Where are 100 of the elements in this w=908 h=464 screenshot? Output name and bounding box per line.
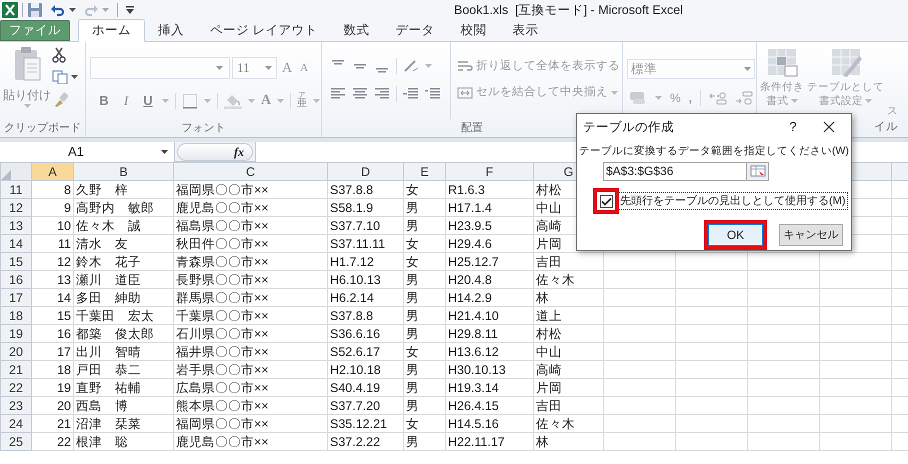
table-cell: 福島県〇〇市×× xyxy=(174,216,328,234)
table-cell: H6.2.14 xyxy=(328,288,404,306)
dialog-title: テーブルの作成 xyxy=(583,118,675,136)
table-cell: 男 xyxy=(404,216,446,234)
table-cell: 林 xyxy=(534,288,604,306)
table-cell: S35.12.21 xyxy=(328,414,404,432)
table-cell: S36.6.16 xyxy=(328,324,404,342)
table-cell: S37.7.10 xyxy=(328,216,404,234)
table-cell: H29.8.11 xyxy=(446,324,534,342)
table-cell: 久野 梓 xyxy=(74,180,174,198)
table-cell: 男 xyxy=(404,270,446,288)
table-cell: H21.4.10 xyxy=(446,306,534,324)
table-cell: H30.10.13 xyxy=(446,360,534,378)
table-cell: 女 xyxy=(404,180,446,198)
table-cell: S37.2.22 xyxy=(328,432,404,450)
table-cell: 8 xyxy=(32,180,74,198)
table-cell: 10 xyxy=(32,216,74,234)
table-cell: 林 xyxy=(534,432,604,450)
table-cell: 熊本県〇〇市×× xyxy=(174,396,328,414)
table-cell: 福岡県〇〇市×× xyxy=(174,180,328,198)
table-cell: 14 xyxy=(32,288,74,306)
table-cell: 佐々木 xyxy=(534,270,604,288)
table-cell: 17 xyxy=(32,342,74,360)
table-cell: 群馬県〇〇市×× xyxy=(174,288,328,306)
table-cell: 男 xyxy=(404,360,446,378)
table-cell: 根津 聡 xyxy=(74,432,174,450)
table-cell: 9 xyxy=(32,198,74,216)
group-label: イル xyxy=(874,120,898,136)
table-cell: 11 xyxy=(32,234,74,252)
table-cell: 岩手県〇〇市×× xyxy=(174,360,328,378)
table-cell: S37.7.20 xyxy=(328,396,404,414)
table-cell: 福岡県〇〇市×× xyxy=(174,414,328,432)
table-cell: 佐々木 誠 xyxy=(74,216,174,234)
table-cell: 鈴木 花子 xyxy=(74,252,174,270)
table-cell: H25.12.7 xyxy=(446,252,534,270)
table-cell: 秋田件〇〇市×× xyxy=(174,234,328,252)
table-cell: 15 xyxy=(32,306,74,324)
table-cell: 男 xyxy=(404,324,446,342)
table-cell: 広島県〇〇市×× xyxy=(174,378,328,396)
table-cell: H1.7.12 xyxy=(328,252,404,270)
table-cell: 高野内 敏郎 xyxy=(74,198,174,216)
table-cell: 多田 紳助 xyxy=(74,288,174,306)
table-cell: H23.9.5 xyxy=(446,216,534,234)
table-cell: 戸田 恭二 xyxy=(74,360,174,378)
table-cell: 中山 xyxy=(534,342,604,360)
table-cell: 男 xyxy=(404,378,446,396)
table-cell: 13 xyxy=(32,270,74,288)
table-cell: S37.8.8 xyxy=(328,306,404,324)
table-cell: 出川 智晴 xyxy=(74,342,174,360)
table-cell: 18 xyxy=(32,360,74,378)
table-cell: H22.11.17 xyxy=(446,432,534,450)
table-cell: 21 xyxy=(32,414,74,432)
table-cell: H17.1.4 xyxy=(446,198,534,216)
table-cell: 吉田 xyxy=(534,396,604,414)
table-cell: H14.5.16 xyxy=(446,414,534,432)
table-cell: 女 xyxy=(404,342,446,360)
table-cell: 男 xyxy=(404,432,446,450)
table-cell: 都築 俊太郎 xyxy=(74,324,174,342)
table-cell: 沼津 栞菜 xyxy=(74,414,174,432)
table-cell: H19.3.14 xyxy=(446,378,534,396)
table-cell: 高崎 xyxy=(534,360,604,378)
table-cell: 20 xyxy=(32,396,74,414)
table-cell: 19 xyxy=(32,378,74,396)
table-cell: 福井県〇〇市×× xyxy=(174,342,328,360)
table-cell: 青森県〇〇市×× xyxy=(174,252,328,270)
dialog-prompt: テーブルに変換するデータ範囲を指定してください(W) xyxy=(579,144,850,159)
table-cell: 男 xyxy=(404,306,446,324)
table-cell: H20.4.8 xyxy=(446,270,534,288)
table-cell: 12 xyxy=(32,252,74,270)
table-cell: 女 xyxy=(404,234,446,252)
table-cell: 佐々木 xyxy=(534,414,604,432)
table-cell: 鹿児島〇〇市×× xyxy=(174,198,328,216)
table-cell: 男 xyxy=(404,198,446,216)
group-label: 配置 xyxy=(461,120,483,136)
table-cell: H13.6.12 xyxy=(446,342,534,360)
window-title: Book1.xls [互換モード] - Microsoft Excel xyxy=(454,2,683,19)
table-cell: 男 xyxy=(404,288,446,306)
group-label: フォント xyxy=(182,120,226,136)
table-cell: 男 xyxy=(404,396,446,414)
table-cell: H26.4.15 xyxy=(446,396,534,414)
table-cell: S58.1.9 xyxy=(328,198,404,216)
table-cell: 鹿児島〇〇市×× xyxy=(174,432,328,450)
table-cell: 女 xyxy=(404,414,446,432)
group-label: クリップボード xyxy=(4,120,81,136)
table-cell: H2.10.18 xyxy=(328,360,404,378)
table-cell: 長野県〇〇市×× xyxy=(174,270,328,288)
table-cell: H29.4.6 xyxy=(446,234,534,252)
table-cell: 石川県〇〇市×× xyxy=(174,324,328,342)
table-cell: 道上 xyxy=(534,306,604,324)
table-cell: S40.4.19 xyxy=(328,378,404,396)
table-cell: 西島 博 xyxy=(74,396,174,414)
table-cell: 千葉田 宏太 xyxy=(74,306,174,324)
table-cell: 清水 友 xyxy=(74,234,174,252)
table-cell: S52.6.17 xyxy=(328,342,404,360)
table-cell: 女 xyxy=(404,252,446,270)
table-cell: 片岡 xyxy=(534,378,604,396)
table-cell: H6.10.13 xyxy=(328,270,404,288)
table-cell: 瀬川 道臣 xyxy=(74,270,174,288)
table-cell: 直野 祐輔 xyxy=(74,378,174,396)
table-cell: R1.6.3 xyxy=(446,180,534,198)
